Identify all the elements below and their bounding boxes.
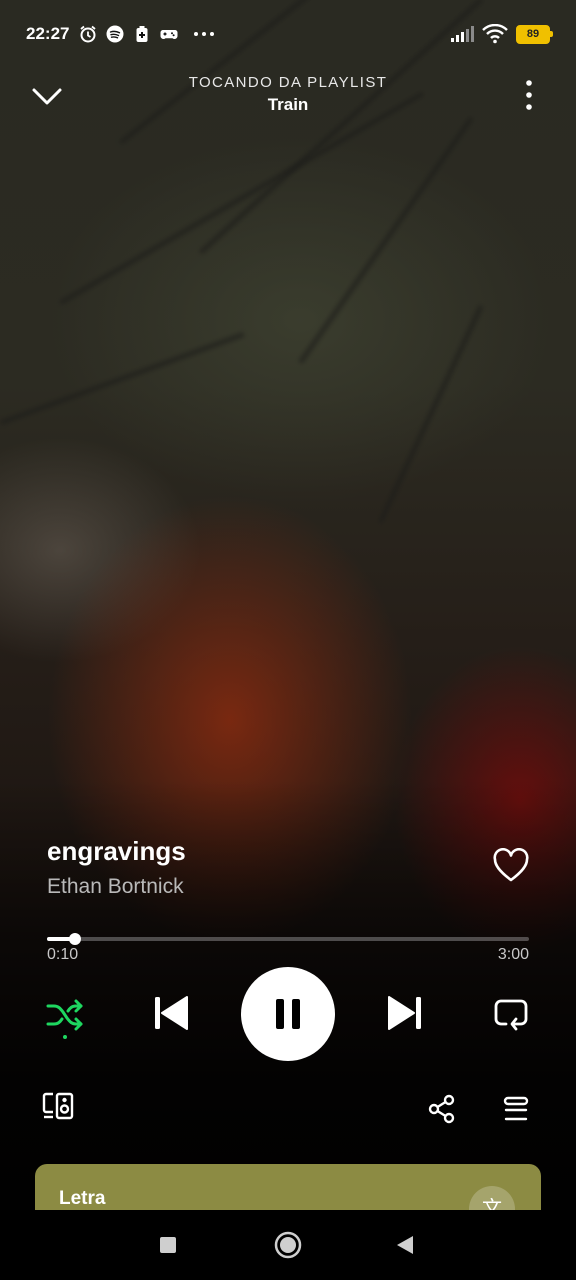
progress-bar[interactable] <box>47 933 529 945</box>
home-circle-icon[interactable] <box>274 1231 302 1259</box>
time-elapsed: 0:10 <box>47 946 79 963</box>
back-triangle-icon[interactable] <box>396 1235 414 1255</box>
more-options-icon[interactable] <box>514 78 544 114</box>
gamepad-icon <box>160 30 178 39</box>
lyrics-title: Letra <box>59 1188 106 1209</box>
battery-icon: 89 <box>516 24 553 44</box>
signal-icon <box>451 26 474 42</box>
connect-devices-icon[interactable] <box>41 1090 75 1122</box>
pause-icon <box>276 999 300 1029</box>
repeat-icon[interactable] <box>493 996 529 1032</box>
alarm-icon <box>80 25 97 43</box>
wifi-icon <box>482 24 508 44</box>
progress-track <box>47 937 529 941</box>
heart-icon[interactable] <box>492 848 530 884</box>
chevron-down-icon[interactable] <box>28 80 66 112</box>
context-label: TOCANDO DA PLAYLIST <box>188 74 388 91</box>
more-notifications-icon <box>194 32 215 36</box>
time-total: 3:00 <box>497 946 529 963</box>
status-time: 22:27 <box>26 24 70 43</box>
skip-previous-icon[interactable] <box>152 994 190 1032</box>
recents-square-icon[interactable] <box>159 1236 177 1254</box>
translate-icon[interactable]: 文 <box>469 1186 515 1210</box>
battery-level: 89 <box>526 28 540 40</box>
player-header: TOCANDO DA PLAYLIST Train <box>0 68 576 128</box>
skip-next-icon[interactable] <box>386 994 424 1032</box>
pause-button[interactable] <box>241 967 335 1061</box>
queue-icon[interactable] <box>503 1096 529 1122</box>
lyrics-card[interactable]: Letra 文 <box>35 1164 541 1210</box>
spotify-icon <box>106 25 124 43</box>
status-bar: 22:27 89 <box>0 0 576 68</box>
system-nav-bar <box>0 1210 576 1280</box>
translate-glyph: 文 <box>482 1198 502 1210</box>
context-name: Train <box>267 95 309 114</box>
shuffle-icon[interactable] <box>45 995 85 1041</box>
playing-context[interactable]: TOCANDO DA PLAYLIST Train <box>120 74 456 115</box>
battery-saver-icon <box>136 26 148 42</box>
progress-knob[interactable] <box>68 933 81 945</box>
track-title[interactable]: engravings <box>47 836 467 867</box>
share-icon[interactable] <box>428 1094 456 1124</box>
track-info: engravings Ethan Bortnick <box>47 836 467 899</box>
track-artist[interactable]: Ethan Bortnick <box>47 875 467 899</box>
